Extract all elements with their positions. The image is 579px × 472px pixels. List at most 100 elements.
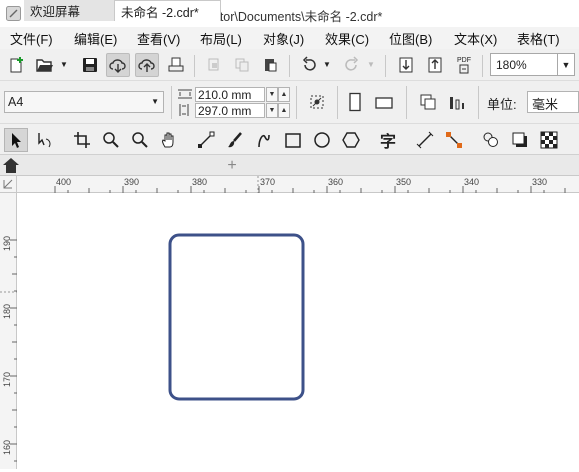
paintbrush-icon bbox=[228, 132, 242, 148]
canvas-drawing bbox=[168, 233, 305, 401]
redo-button[interactable] bbox=[340, 53, 364, 77]
paste-button[interactable] bbox=[258, 53, 282, 77]
import-button[interactable] bbox=[394, 53, 418, 77]
add-document-tab-button[interactable]: + bbox=[223, 157, 241, 174]
magnifier-icon bbox=[132, 132, 148, 148]
artistic-media-tool[interactable] bbox=[223, 128, 247, 152]
drawing-scale-button[interactable] bbox=[305, 90, 329, 114]
crop-tool[interactable] bbox=[70, 128, 94, 152]
toolbar-separator bbox=[171, 86, 172, 119]
connector-tool[interactable] bbox=[442, 128, 466, 152]
copy-button[interactable] bbox=[230, 53, 254, 77]
import-cloud-button[interactable] bbox=[106, 53, 130, 77]
menu-edit[interactable]: 编辑(E) bbox=[74, 29, 117, 48]
export-cloud-button[interactable] bbox=[135, 53, 159, 77]
landscape-button[interactable] bbox=[372, 90, 396, 114]
current-page-button[interactable] bbox=[445, 90, 469, 114]
dimension-tool[interactable] bbox=[413, 128, 437, 152]
toolbar-separator bbox=[406, 86, 407, 119]
toolbar-separator bbox=[289, 55, 290, 77]
bezier-tool[interactable] bbox=[252, 128, 276, 152]
transparency-tool[interactable] bbox=[537, 128, 561, 152]
redo-dropdown-arrow-icon[interactable]: ▼ bbox=[367, 60, 375, 69]
menu-object[interactable]: 对象(J) bbox=[263, 29, 304, 48]
page-width-icon bbox=[178, 89, 192, 99]
import-icon bbox=[399, 57, 413, 73]
page-size-select[interactable]: A4 ▼ bbox=[4, 91, 164, 113]
freehand-tool[interactable] bbox=[194, 128, 218, 152]
menu-layout[interactable]: 布局(L) bbox=[200, 29, 242, 48]
landscape-page-icon bbox=[375, 97, 393, 109]
polygon-tool[interactable] bbox=[339, 128, 363, 152]
ruler-label: 170 bbox=[2, 371, 12, 387]
open-dropdown-arrow-icon[interactable]: ▼ bbox=[60, 60, 68, 69]
blend-tool[interactable] bbox=[479, 128, 503, 152]
print-button[interactable] bbox=[164, 53, 188, 77]
ruler-label: 350 bbox=[396, 177, 412, 187]
new-document-icon bbox=[10, 57, 23, 73]
export-button[interactable] bbox=[423, 53, 447, 77]
ruler-label: 160 bbox=[2, 439, 12, 455]
current-page-icon bbox=[450, 97, 464, 110]
toolbar-separator bbox=[296, 86, 297, 119]
undo-dropdown-arrow-icon[interactable]: ▼ bbox=[323, 60, 331, 69]
shape-node-icon bbox=[38, 133, 51, 148]
menu-effects[interactable]: 效果(C) bbox=[325, 29, 369, 48]
rectangle-tool[interactable] bbox=[281, 128, 305, 152]
width-spin-up[interactable]: ▲ bbox=[278, 87, 290, 102]
menu-view[interactable]: 查看(V) bbox=[137, 29, 180, 48]
pointer-arrow-icon bbox=[12, 133, 21, 148]
drop-shadow-tool[interactable] bbox=[508, 128, 532, 152]
height-spin-up[interactable]: ▲ bbox=[278, 103, 290, 118]
vertical-ruler[interactable]: 190 180 170 160 bbox=[0, 193, 17, 469]
ellipse-icon bbox=[314, 132, 330, 148]
text-tool-icon: 字 bbox=[379, 134, 396, 151]
all-pages-button[interactable] bbox=[416, 90, 440, 114]
page-height-input[interactable]: 297.0 mm bbox=[195, 103, 265, 118]
tab-welcome-screen[interactable]: 欢迎屏幕 bbox=[24, 0, 114, 21]
pan-tool[interactable] bbox=[157, 128, 181, 152]
crop-icon bbox=[74, 132, 90, 148]
menu-file[interactable]: 文件(F) bbox=[10, 29, 53, 48]
page-width-input[interactable]: 210.0 mm bbox=[195, 87, 265, 102]
hexagon-icon bbox=[342, 132, 360, 148]
home-button[interactable] bbox=[2, 157, 20, 174]
clipboard-paste-icon bbox=[265, 59, 277, 72]
menu-bitmaps[interactable]: 位图(B) bbox=[389, 29, 432, 48]
drawing-canvas[interactable] bbox=[18, 194, 579, 469]
portrait-button[interactable] bbox=[343, 90, 367, 114]
zoom-tool[interactable] bbox=[99, 128, 123, 152]
pick-tool[interactable] bbox=[4, 128, 28, 152]
ellipse-tool[interactable] bbox=[310, 128, 334, 152]
cut-button[interactable] bbox=[202, 53, 226, 77]
hand-icon bbox=[162, 132, 174, 148]
diagonal-dimension-icon bbox=[416, 131, 434, 149]
export-icon bbox=[428, 57, 442, 73]
zoom-out-tool[interactable] bbox=[128, 128, 152, 152]
line-nodes-icon bbox=[198, 131, 215, 148]
ruler-origin[interactable] bbox=[0, 176, 17, 193]
toolbar-separator bbox=[482, 55, 483, 77]
shape-tool[interactable] bbox=[33, 128, 57, 152]
zoom-dropdown-button[interactable]: ▼ bbox=[558, 53, 575, 76]
undo-button[interactable] bbox=[297, 53, 321, 77]
menu-table[interactable]: 表格(T) bbox=[517, 29, 560, 48]
folder-open-icon bbox=[36, 59, 53, 72]
page-size-value: A4 bbox=[8, 95, 24, 109]
rounded-rectangle-shape[interactable] bbox=[168, 233, 305, 401]
publish-pdf-button[interactable]: PDF bbox=[452, 53, 476, 77]
new-document-button[interactable] bbox=[5, 53, 29, 77]
tab-document[interactable]: 未命名 -2.cdr* bbox=[114, 0, 221, 21]
menu-text[interactable]: 文本(X) bbox=[454, 29, 497, 48]
width-spin-down[interactable]: ▼ bbox=[266, 87, 278, 102]
zoom-level-input[interactable]: 180% bbox=[490, 53, 558, 76]
units-select[interactable]: 毫米 bbox=[527, 91, 579, 113]
height-spin-down[interactable]: ▼ bbox=[266, 103, 278, 118]
horizontal-ruler[interactable]: 400 390 380 370 360 350 340 330 bbox=[0, 176, 579, 193]
ruler-label: 330 bbox=[532, 177, 548, 187]
text-tool[interactable]: 字 bbox=[376, 128, 400, 152]
save-button[interactable] bbox=[78, 53, 102, 77]
document-tab-bar bbox=[0, 155, 579, 176]
open-button[interactable] bbox=[33, 53, 57, 77]
plus-icon: + bbox=[227, 156, 237, 174]
